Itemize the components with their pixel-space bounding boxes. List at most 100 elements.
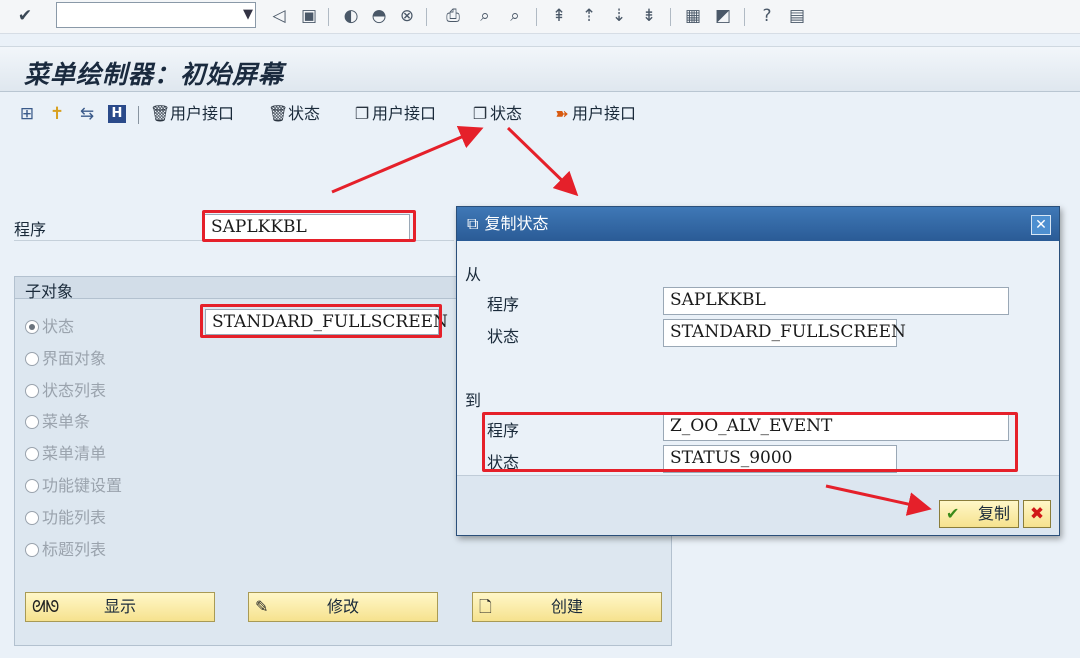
next-page-icon[interactable]: ⇣ (608, 5, 630, 27)
system-toolbar: ✔ ▼ ◁ ▣ ◐ ◓ ⊗ ⎙ ⌕ ⌕ ⇞ ⇡ ⇣ ⇟ ▦ ◩ ? ▤ (0, 0, 1080, 34)
radio-dot (25, 415, 39, 429)
toolbar-divider (744, 8, 745, 26)
dialog-body: 从 程序 SAPLKKBL 状态 STANDARD_FULLSCREEN 到 程… (457, 241, 1059, 501)
close-icon[interactable]: ✕ (1031, 215, 1051, 235)
radio-function-list-label: 功能列表 (42, 508, 107, 527)
last-page-icon[interactable]: ⇟ (638, 5, 660, 27)
check-icon[interactable]: ✔ (14, 5, 36, 27)
to-program-label: 程序 (487, 421, 520, 440)
arrow-to-toolbar (331, 125, 484, 194)
cancel-icon[interactable]: ⊗ (396, 5, 418, 27)
radio-function-keys-label: 功能键设置 (42, 476, 123, 495)
to-status-label: 状态 (487, 453, 520, 472)
divider (14, 240, 454, 241)
first-page-icon[interactable]: ⇞ (548, 5, 570, 27)
document-icon: 🗋 (479, 597, 492, 616)
title-bar: 菜单绘制器：初始屏幕 (0, 46, 1080, 92)
new-session-icon[interactable]: ▦ (682, 5, 704, 27)
page-title: 菜单绘制器：初始屏幕 (24, 60, 285, 89)
radio-dot (25, 543, 39, 557)
radio-function-keys[interactable]: 功能键设置 (25, 472, 122, 496)
pencil-icon: ✎ (255, 597, 269, 616)
back-icon[interactable]: ◁ (268, 5, 290, 27)
radio-menu-list[interactable]: 菜单清单 (25, 440, 106, 464)
create-button-label: 创建 (550, 597, 583, 616)
radio-function-list[interactable]: 功能列表 (25, 504, 106, 528)
dialog-footer: ✔ 复制 ✖ (457, 475, 1059, 535)
save-icon[interactable]: ▣ (298, 5, 320, 27)
command-field[interactable]: ▼ (56, 2, 256, 28)
radio-status[interactable]: 状态 (25, 313, 74, 337)
glasses-icon: ᘛᘚ (32, 597, 60, 616)
copy-dialog-icon: ⧉ (467, 214, 479, 233)
radio-dot (25, 447, 39, 461)
radio-menu-bar-label: 菜单条 (42, 412, 91, 431)
copy-status-label: 状态 (490, 104, 523, 123)
dialog-title-bar: ⧉ 复制状态 ✕ (457, 207, 1059, 241)
find-next-icon[interactable]: ⌕ (504, 5, 526, 27)
exit-icon[interactable]: ◓ (368, 5, 390, 27)
to-label: 到 (465, 391, 482, 410)
program-input[interactable]: SAPLKKBL (204, 214, 410, 240)
from-program-input[interactable]: SAPLKKBL (663, 287, 1009, 315)
nav-back-icon[interactable]: ◐ (340, 5, 362, 27)
application-toolbar: ⊞ ✝ ⇆ H 🗑用户接口 🗑状态 ❐ 用户接口 ❐ 状态 ➽ 用户接口 (0, 94, 1080, 134)
delete-icon: 🗑 (150, 104, 171, 123)
copy-status-button[interactable]: ❐ 状态 (470, 102, 522, 126)
delete-interface-label: 用户接口 (170, 104, 235, 123)
prev-page-icon[interactable]: ⇡ (578, 5, 600, 27)
display-button[interactable]: ᘛᘚ 显示 (25, 592, 215, 622)
dialog-title: 复制状态 (484, 214, 549, 233)
copy-button-label: 复制 (977, 504, 1010, 523)
radio-menu-list-label: 菜单清单 (42, 444, 107, 463)
radio-menu-bar[interactable]: 菜单条 (25, 408, 90, 432)
delete-icon: 🗑 (268, 104, 289, 123)
pin-icon[interactable]: ✝ (46, 102, 68, 126)
program-label: 程序 (14, 220, 47, 239)
radio-title-list-label: 标题列表 (42, 540, 107, 559)
cancel-x-icon: ✖ (1029, 504, 1045, 524)
to-program-input[interactable]: Z_OO_ALV_EVENT (663, 413, 1009, 441)
delete-status-button[interactable]: 🗑状态 (268, 102, 320, 126)
radio-title-list[interactable]: 标题列表 (25, 536, 106, 560)
copy-icon: ❐ (354, 104, 370, 123)
radio-dot (25, 511, 39, 525)
create-button[interactable]: 🗋 创建 (472, 592, 662, 622)
copy-interface-label: 用户接口 (372, 104, 437, 123)
copy-button[interactable]: ✔ 复制 (939, 500, 1019, 528)
from-label: 从 (465, 265, 482, 284)
toolbar-divider (536, 8, 537, 26)
chevron-down-icon[interactable]: ▼ (243, 7, 253, 22)
to-status-input[interactable]: STATUS_9000 (663, 445, 897, 473)
transport-icon[interactable]: ⇆ (76, 102, 98, 126)
change-button[interactable]: ✎ 修改 (248, 592, 438, 622)
radio-interface-objects-label: 界面对象 (42, 349, 107, 368)
delete-interface-button[interactable]: 🗑用户接口 (150, 102, 234, 126)
cancel-button[interactable]: ✖ (1023, 500, 1051, 528)
radio-status-label: 状态 (42, 317, 75, 336)
rename-interface-button[interactable]: ➽ 用户接口 (552, 102, 636, 126)
copy-status-dialog: ⧉ 复制状态 ✕ 从 程序 SAPLKKBL 状态 STANDARD_FULLSC… (456, 206, 1060, 536)
radio-status-list-label: 状态列表 (42, 381, 107, 400)
from-status-label: 状态 (487, 327, 520, 346)
toolbar-divider (138, 106, 139, 124)
copy-icon: ❐ (472, 104, 488, 123)
copy-interface-button[interactable]: ❐ 用户接口 (352, 102, 436, 126)
print-icon[interactable]: ⎙ (442, 5, 464, 27)
radio-interface-objects[interactable]: 界面对象 (25, 345, 106, 369)
layout-icon[interactable]: ▤ (786, 5, 808, 27)
subobjects-title: 子对象 (25, 282, 74, 301)
status-input[interactable]: STANDARD_FULLSCREEN (205, 309, 448, 335)
delete-status-label: 状态 (288, 104, 321, 123)
toolbar-divider (670, 8, 671, 26)
from-status-input[interactable]: STANDARD_FULLSCREEN (663, 319, 906, 347)
shortcut-icon[interactable]: ◩ (712, 5, 734, 27)
hierarchy-icon[interactable]: ⊞ (16, 102, 38, 126)
info-icon[interactable]: H (108, 105, 126, 123)
from-program-label: 程序 (487, 295, 520, 314)
rename-icon: ➽ (555, 104, 569, 123)
radio-status-list[interactable]: 状态列表 (25, 377, 106, 401)
find-icon[interactable]: ⌕ (474, 5, 496, 27)
help-icon[interactable]: ? (756, 5, 778, 27)
radio-dot (25, 384, 39, 398)
